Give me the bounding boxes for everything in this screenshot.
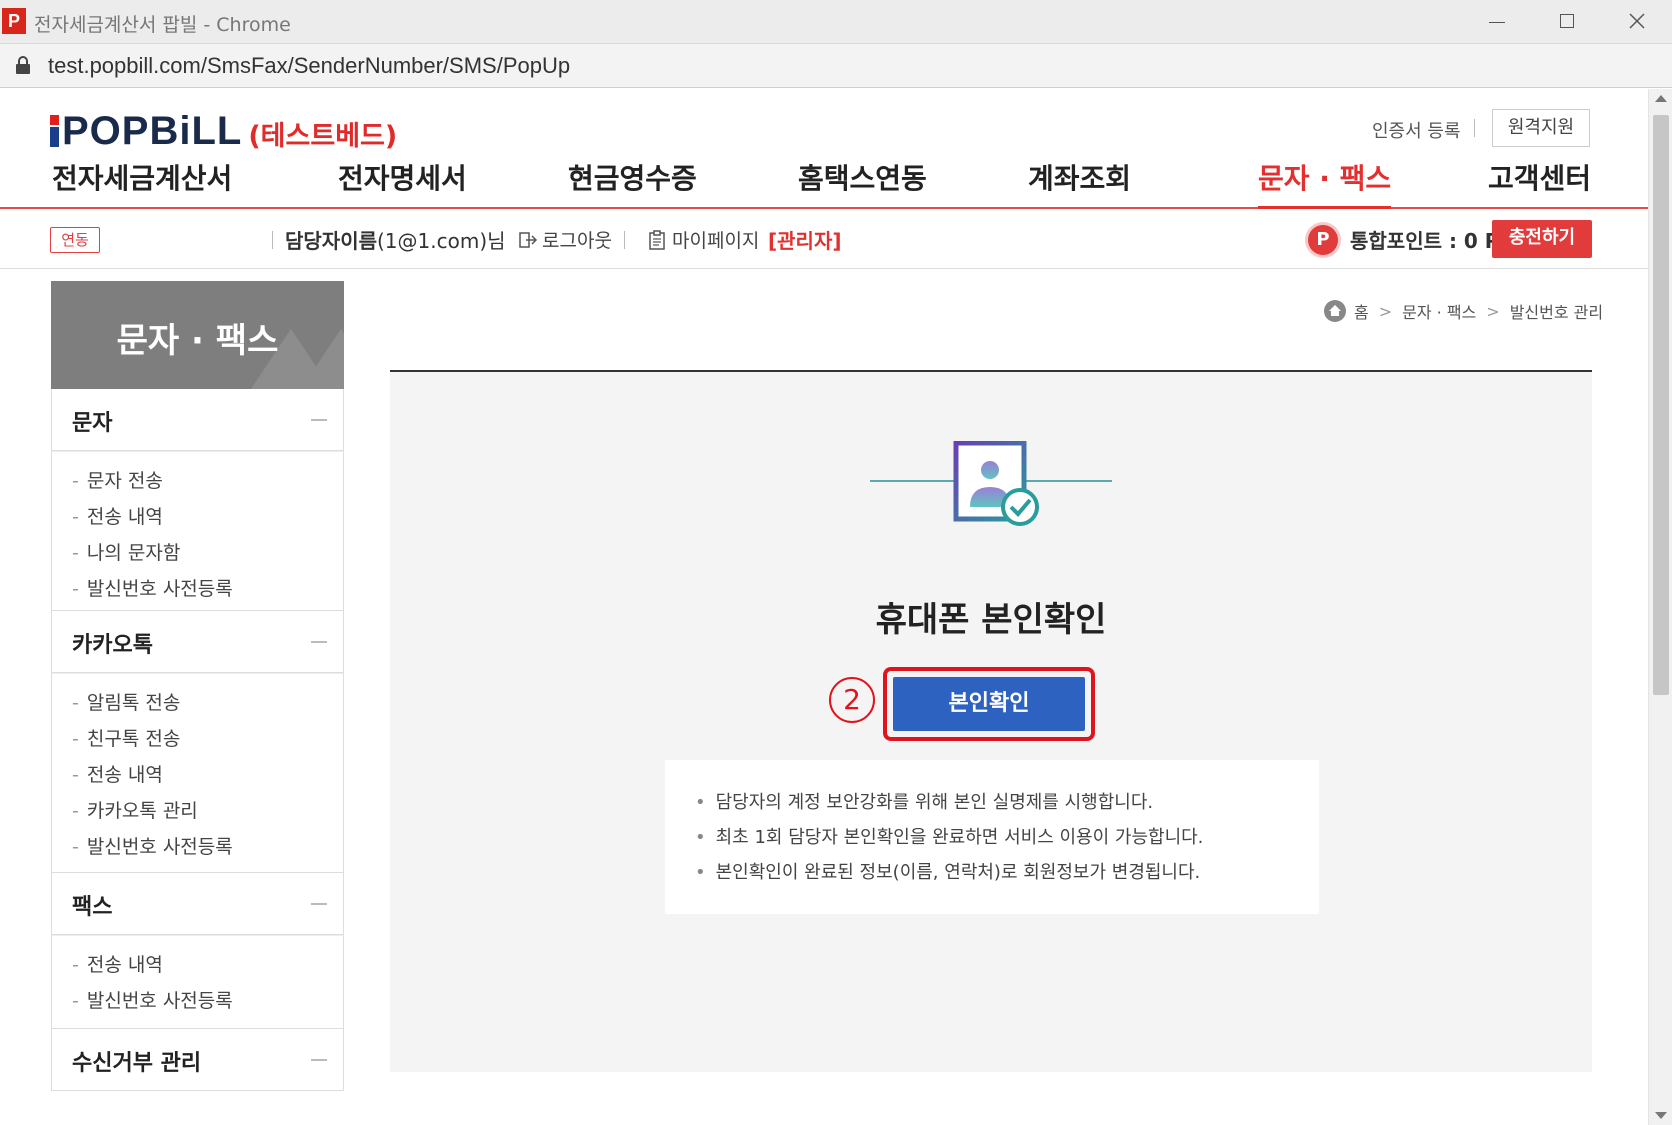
close-button[interactable] xyxy=(1612,6,1662,38)
popbill-logo[interactable]: POPBiLL (테스트베드) xyxy=(50,109,397,153)
address-bar[interactable]: test.popbill.com/SmsFax/SenderNumber/SMS… xyxy=(0,44,1672,88)
sidebar-category-reject[interactable]: 수신거부 관리 xyxy=(51,1029,344,1091)
window-title: 전자세금계산서 팝빌 - Chrome xyxy=(34,14,291,36)
main-nav: 전자세금계산서 전자명세서 현금영수증 홈택스연동 계좌조회 문자 · 팩스 고… xyxy=(0,157,1648,209)
sidebar: 문자 · 팩스 문자 - 문자 전송 - 전송 내역 - 나의 문자함 - 발신번호 사… xyxy=(51,281,344,1125)
breadcrumb-current: 발신번호 관리 xyxy=(1509,303,1604,322)
notice-item: • 본인확인이 완료된 정보(이름, 연락처)로 회원정보가 변경됩니다. xyxy=(695,862,1201,883)
sidebar-item[interactable]: - 알림톡 전송 xyxy=(72,688,180,715)
sidebar-title: 문자 · 팩스 xyxy=(116,321,279,361)
mypage-link[interactable]: 마이페이지 xyxy=(648,226,759,253)
app-icon: P xyxy=(2,8,26,34)
sidebar-item[interactable]: - 전송 내역 xyxy=(72,502,163,529)
nav-tax-invoice[interactable]: 전자세금계산서 xyxy=(52,157,232,209)
page: POPBiLL (테스트베드) 인증서 등록 원격지원 전자세금계산서 전자명세… xyxy=(0,89,1648,1125)
sidebar-category-label: 팩스 xyxy=(72,895,113,920)
sidebar-item[interactable]: - 발신번호 사전등록 xyxy=(72,832,233,859)
sidebar-category-label: 문자 xyxy=(72,411,113,436)
breadcrumb: 홈 > 문자 · 팩스 > 발신번호 관리 xyxy=(1324,299,1603,323)
vertical-scrollbar[interactable] xyxy=(1648,89,1672,1125)
step-marker: 2 xyxy=(829,677,875,723)
cert-register-link[interactable]: 인증서 등록 xyxy=(1372,117,1461,143)
identity-verify-button[interactable]: 본인확인 xyxy=(893,677,1085,731)
nav-account-inquiry[interactable]: 계좌조회 xyxy=(1028,157,1131,209)
breadcrumb-level1[interactable]: 문자 · 팩스 xyxy=(1402,299,1476,323)
sidebar-category-fax[interactable]: 팩스 xyxy=(51,873,344,935)
notice-box: • 담당자의 계정 보안강화를 위해 본인 실명제를 시행합니다. • 최초 1회 … xyxy=(665,760,1319,914)
sidebar-item[interactable]: - 친구톡 전송 xyxy=(72,724,180,751)
sidebar-header: 문자 · 팩스 xyxy=(51,281,344,389)
maximize-button[interactable] xyxy=(1542,6,1592,38)
notice-item: • 담당자의 계정 보안강화를 위해 본인 실명제를 시행합니다. xyxy=(695,792,1154,813)
manager-info: 담당자이름(1@1.com)님 xyxy=(285,225,506,254)
nav-statement[interactable]: 전자명세서 xyxy=(338,157,467,209)
logout-icon xyxy=(519,231,538,248)
integrated-point-label: 통합포인트 : 0 P xyxy=(1350,229,1500,253)
manager-name: 담당자이름 xyxy=(285,229,377,253)
point-icon: P xyxy=(1308,225,1338,255)
logo-testbed-label: (테스트베드) xyxy=(248,120,398,152)
sidebar-item[interactable]: - 나의 문자함 xyxy=(72,538,180,565)
logo-mark-icon xyxy=(50,115,59,147)
info-divider xyxy=(272,231,273,249)
nav-hometax[interactable]: 홈택스연동 xyxy=(798,157,927,209)
chevron-right-icon: > xyxy=(1378,301,1393,321)
sidebar-list-fax: - 전송 내역 - 발신번호 사전등록 xyxy=(51,935,344,1029)
logout-label: 로그아웃 xyxy=(542,230,612,252)
charge-button[interactable]: 충전하기 xyxy=(1492,220,1592,258)
mypage-label: 마이페이지 xyxy=(672,230,760,252)
url-text[interactable]: test.popbill.com/SmsFax/SenderNumber/SMS… xyxy=(48,53,570,79)
breadcrumb-home[interactable]: 홈 xyxy=(1354,299,1369,323)
sidebar-item[interactable]: - 카카오톡 관리 xyxy=(72,796,198,823)
highlight-frame: 본인확인 xyxy=(883,667,1095,741)
close-icon xyxy=(1629,13,1645,29)
info-divider xyxy=(624,231,625,249)
window-titlebar: P 전자세금계산서 팝빌 - Chrome xyxy=(0,0,1672,44)
collapse-icon xyxy=(311,419,327,421)
scroll-up-icon[interactable] xyxy=(1655,95,1667,102)
remote-support-button[interactable]: 원격지원 xyxy=(1492,109,1590,147)
sidebar-category-sms[interactable]: 문자 xyxy=(51,389,344,451)
sidebar-item[interactable]: - 발신번호 사전등록 xyxy=(72,986,233,1013)
chevron-right-icon: > xyxy=(1486,301,1500,321)
nav-cash-receipt[interactable]: 현금영수증 xyxy=(568,157,697,209)
scroll-thumb[interactable] xyxy=(1653,115,1669,695)
collapse-icon xyxy=(311,1059,327,1061)
sidebar-item[interactable]: - 전송 내역 xyxy=(72,950,163,977)
sidebar-item[interactable]: - 문자 전송 xyxy=(72,466,163,493)
admin-badge: [관리자] xyxy=(768,229,842,253)
page-title: 휴대폰 본인확인 xyxy=(875,600,1107,640)
sidebar-item[interactable]: - 전송 내역 xyxy=(72,760,163,787)
manager-suffix: 님 xyxy=(487,229,506,253)
minimize-icon xyxy=(1489,22,1505,23)
logout-link[interactable]: 로그아웃 xyxy=(518,226,612,253)
collapse-icon xyxy=(311,903,327,905)
link-status-badge: 연동 xyxy=(50,227,100,253)
collapse-icon xyxy=(311,641,327,643)
user-info-bar: 연동 담당자이름(1@1.com)님 로그아웃 마이페이지 [관리자] P 통합… xyxy=(0,211,1648,269)
minimize-button[interactable] xyxy=(1472,6,1522,38)
clipboard-icon xyxy=(649,229,665,250)
sidebar-category-label: 수신거부 관리 xyxy=(72,1051,202,1076)
nav-sms-fax[interactable]: 문자 · 팩스 xyxy=(1258,157,1392,209)
lock-icon xyxy=(16,56,30,74)
sidebar-list-sms: - 문자 전송 - 전송 내역 - 나의 문자함 - 발신번호 사전등록 xyxy=(51,451,344,611)
notice-item: • 최초 1회 담당자 본인확인을 완료하면 서비스 이용이 가능합니다. xyxy=(695,827,1204,848)
scroll-down-icon[interactable] xyxy=(1655,1112,1667,1119)
sidebar-list-kakaotalk: - 알림톡 전송 - 친구톡 전송 - 전송 내역 - 카카오톡 관리 - 발신번호 사전… xyxy=(51,673,344,873)
logo-text: POPBiLL xyxy=(62,108,243,153)
identity-verification-icon xyxy=(870,441,1112,526)
header-divider xyxy=(1474,119,1475,137)
maximize-icon xyxy=(1560,14,1574,28)
home-icon[interactable] xyxy=(1324,300,1346,322)
manager-email: (1@1.com) xyxy=(377,229,488,253)
nav-customer-center[interactable]: 고객센터 xyxy=(1488,157,1591,209)
